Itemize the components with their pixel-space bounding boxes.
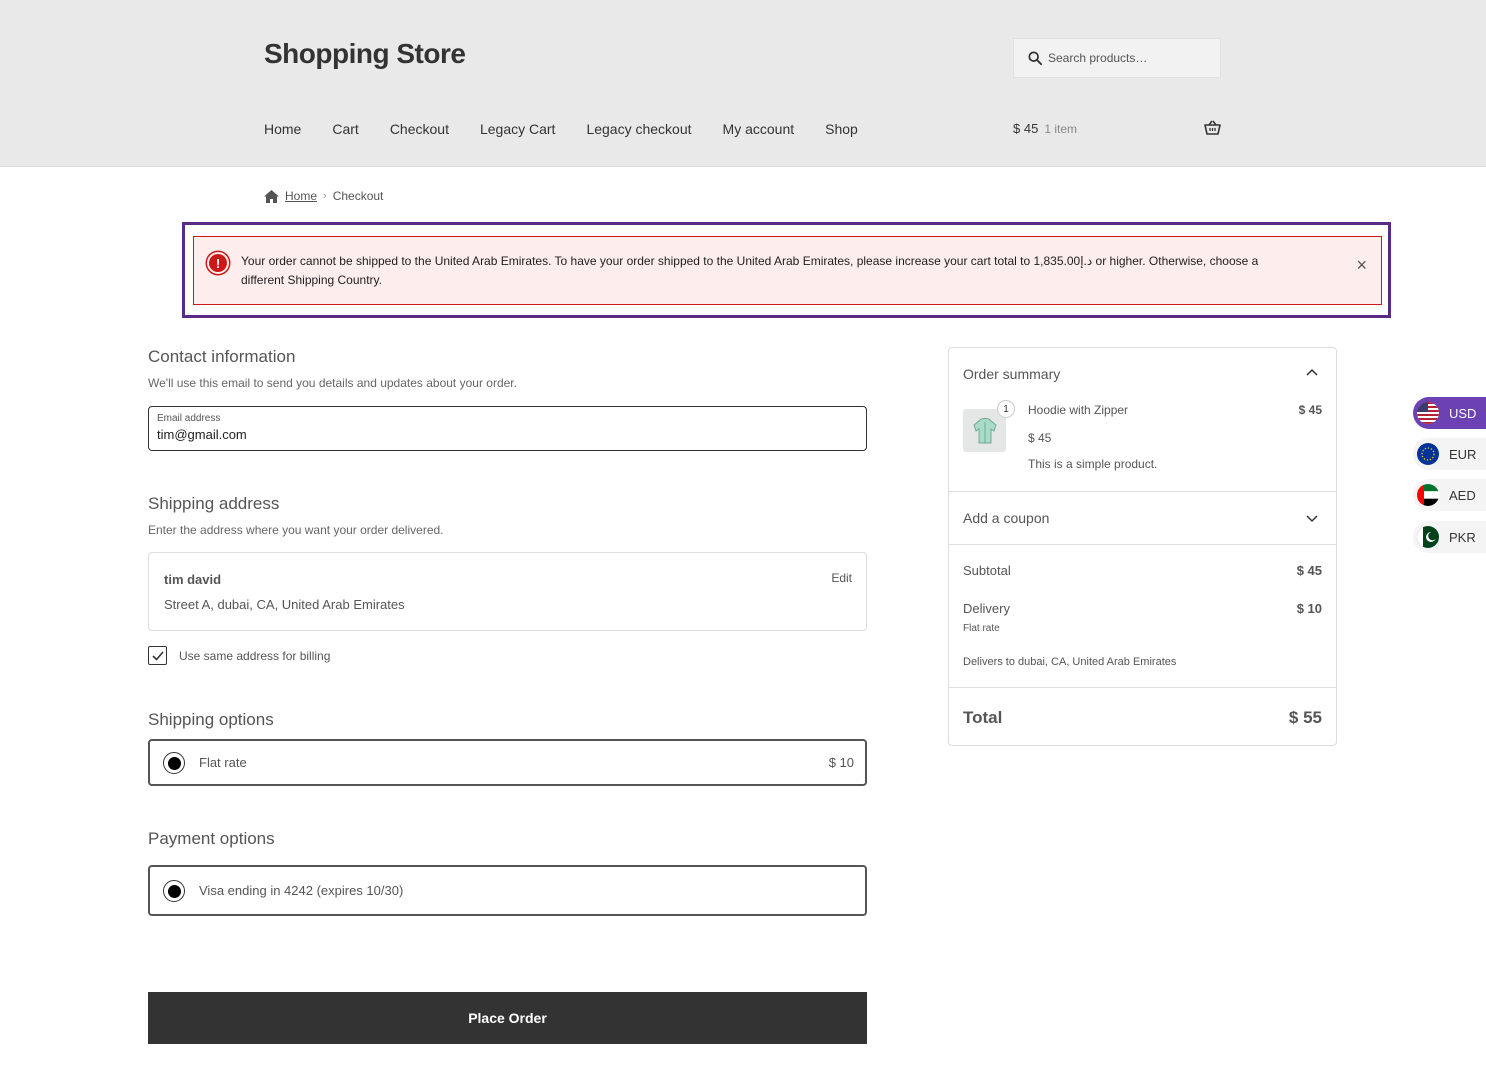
nav-shop[interactable]: Shop bbox=[825, 121, 858, 137]
search-icon bbox=[1028, 51, 1042, 65]
breadcrumb: Home › Checkout bbox=[264, 189, 383, 203]
divider bbox=[949, 544, 1336, 545]
quantity-badge: 1 bbox=[997, 400, 1015, 418]
notice-highlight: ! Your order cannot be shipped to the Un… bbox=[182, 222, 1391, 318]
order-summary-title[interactable]: Order summary bbox=[963, 366, 1060, 382]
currency-eur[interactable]: EUR bbox=[1413, 438, 1486, 470]
site-header: Shopping Store Home Cart Checkout Legacy… bbox=[0, 0, 1486, 167]
shipping-option-label: Flat rate bbox=[199, 755, 247, 770]
ae-flag-icon bbox=[1417, 484, 1439, 506]
total-label: Total bbox=[963, 708, 1003, 727]
hoodie-icon bbox=[972, 417, 997, 443]
radio-selected[interactable] bbox=[163, 752, 185, 774]
shipping-option-price: $ 10 bbox=[828, 755, 854, 770]
email-input[interactable] bbox=[157, 427, 837, 442]
order-summary: Order summary 1 Hoodie with Zipper $ 45 … bbox=[948, 347, 1337, 746]
product-line-price: $ 45 bbox=[1298, 403, 1322, 417]
error-message: Your order cannot be shipped to the Unit… bbox=[241, 254, 1259, 287]
nav-checkout[interactable]: Checkout bbox=[390, 121, 449, 137]
same-billing-checkbox[interactable]: Use same address for billing bbox=[148, 646, 330, 665]
address-name: tim david bbox=[164, 572, 222, 587]
currency-code: USD bbox=[1449, 405, 1477, 421]
contact-title: Contact information bbox=[148, 347, 296, 366]
product-name: Hoodie with Zipper bbox=[1028, 403, 1129, 417]
divider bbox=[949, 687, 1336, 688]
currency-code: PKR bbox=[1449, 529, 1476, 545]
cart-count: 1 item bbox=[1044, 121, 1077, 136]
currency-pkr[interactable]: PKR bbox=[1413, 521, 1486, 553]
error-notice: ! Your order cannot be shipped to the Un… bbox=[193, 236, 1382, 305]
currency-code: EUR bbox=[1449, 446, 1477, 462]
shipping-options-title: Shipping options bbox=[148, 710, 274, 729]
primary-nav: Home Cart Checkout Legacy Cart Legacy ch… bbox=[264, 121, 889, 137]
currency-code: AED bbox=[1449, 487, 1476, 503]
delivers-to: Delivers to dubai, CA, United Arab Emira… bbox=[963, 656, 1177, 668]
subtotal-value: $ 45 bbox=[1296, 563, 1322, 578]
delivery-value: $ 10 bbox=[1296, 601, 1322, 616]
search-input[interactable] bbox=[1048, 51, 1198, 65]
product-unit-price: $ 45 bbox=[1028, 431, 1052, 445]
checkmark-icon bbox=[151, 650, 164, 661]
product-description: This is a simple product. bbox=[1028, 457, 1158, 471]
eu-flag-icon bbox=[1417, 443, 1439, 465]
email-field[interactable]: Email address bbox=[148, 406, 867, 451]
radio-selected[interactable] bbox=[163, 880, 185, 902]
site-title[interactable]: Shopping Store bbox=[264, 38, 466, 70]
breadcrumb-current: Checkout bbox=[332, 189, 384, 203]
shipping-address-description: Enter the address where you want your or… bbox=[148, 523, 444, 537]
add-coupon-toggle[interactable]: Add a coupon bbox=[963, 510, 1049, 526]
email-label: Email address bbox=[157, 413, 221, 424]
address-line: Street A, dubai, CA, United Arab Emirate… bbox=[164, 597, 405, 612]
nav-home[interactable]: Home bbox=[264, 121, 301, 137]
shipping-option-flat-rate[interactable]: Flat rate $ 10 bbox=[148, 739, 867, 786]
address-card: tim david Street A, dubai, CA, United Ar… bbox=[148, 552, 867, 631]
us-flag-icon bbox=[1417, 402, 1439, 424]
chevron-up-icon[interactable] bbox=[1306, 368, 1318, 376]
payment-option-label: Visa ending in 4242 (expires 10/30) bbox=[199, 883, 404, 898]
home-icon bbox=[264, 189, 279, 203]
breadcrumb-home[interactable]: Home bbox=[285, 189, 317, 203]
mini-cart[interactable]: $ 45 1 item bbox=[1013, 120, 1221, 136]
chevron-down-icon[interactable] bbox=[1306, 515, 1318, 523]
shipping-address-title: Shipping address bbox=[148, 494, 280, 513]
total-value: $ 55 bbox=[1288, 708, 1322, 727]
currency-usd[interactable]: USD bbox=[1413, 397, 1486, 429]
error-icon: ! bbox=[207, 252, 229, 274]
search-box[interactable] bbox=[1013, 38, 1221, 78]
currency-aed[interactable]: AED bbox=[1413, 479, 1486, 511]
edit-address-button[interactable]: Edit bbox=[831, 571, 852, 585]
close-icon[interactable]: × bbox=[1356, 256, 1367, 274]
checkbox[interactable] bbox=[148, 646, 167, 665]
nav-cart[interactable]: Cart bbox=[332, 121, 358, 137]
pk-flag-icon bbox=[1417, 526, 1439, 548]
contact-description: We'll use this email to send you details… bbox=[148, 376, 517, 390]
place-order-button[interactable]: Place Order bbox=[148, 992, 867, 1044]
delivery-label: Delivery bbox=[963, 601, 1010, 616]
cart-total: $ 45 bbox=[1013, 121, 1039, 136]
delivery-method: Flat rate bbox=[963, 623, 1000, 634]
same-billing-label: Use same address for billing bbox=[179, 648, 331, 663]
divider bbox=[949, 491, 1336, 492]
breadcrumb-separator: › bbox=[323, 190, 327, 202]
basket-icon bbox=[1204, 120, 1221, 135]
nav-my-account[interactable]: My account bbox=[723, 121, 795, 137]
subtotal-label: Subtotal bbox=[963, 563, 1011, 578]
nav-legacy-cart[interactable]: Legacy Cart bbox=[480, 121, 555, 137]
nav-legacy-checkout[interactable]: Legacy checkout bbox=[586, 121, 691, 137]
payment-option-visa[interactable]: Visa ending in 4242 (expires 10/30) bbox=[148, 865, 867, 916]
payment-options-title: Payment options bbox=[148, 829, 275, 848]
